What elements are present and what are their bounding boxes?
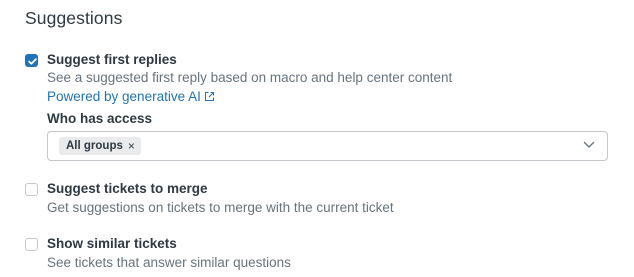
- suggest-tickets-to-merge-label[interactable]: Suggest tickets to merge: [47, 181, 208, 196]
- who-has-access-label: Who has access: [47, 111, 153, 126]
- suggest-tickets-to-merge-checkbox[interactable]: [25, 183, 38, 196]
- tag-remove-icon[interactable]: ×: [128, 139, 135, 153]
- access-groups-select[interactable]: All groups ×: [47, 131, 608, 161]
- suggest-first-replies-label[interactable]: Suggest first replies: [47, 52, 177, 67]
- check-icon: [28, 58, 37, 65]
- all-groups-tag-label: All groups: [66, 140, 123, 152]
- show-similar-tickets-checkbox[interactable]: [25, 238, 38, 251]
- suggest-first-replies-checkbox[interactable]: [25, 54, 38, 67]
- suggest-tickets-to-merge-description: Get suggestions on tickets to merge with…: [47, 200, 394, 215]
- all-groups-tag: All groups ×: [59, 137, 141, 155]
- generative-ai-link[interactable]: Powered by generative AI: [47, 89, 215, 104]
- external-link-icon: [204, 92, 214, 101]
- section-title: Suggestions: [25, 8, 123, 28]
- show-similar-tickets-description: See tickets that answer similar question…: [47, 255, 291, 270]
- chevron-down-icon[interactable]: [583, 141, 595, 149]
- suggestions-panel: Suggestions Suggest first replies See a …: [0, 0, 634, 277]
- suggest-first-replies-description: See a suggested first reply based on mac…: [47, 70, 453, 85]
- show-similar-tickets-label[interactable]: Show similar tickets: [47, 236, 177, 251]
- generative-ai-link-text[interactable]: Powered by generative AI: [47, 89, 201, 104]
